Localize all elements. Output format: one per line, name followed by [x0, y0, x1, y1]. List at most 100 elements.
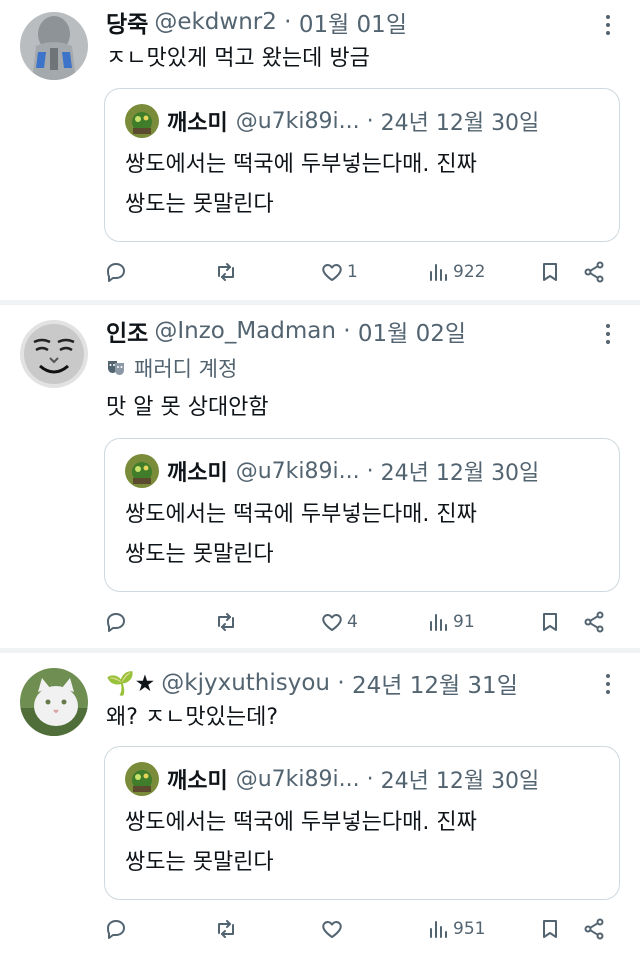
dot-separator: · [276, 9, 299, 35]
quote-date: 24년 12월 30일 [380, 461, 540, 486]
view-count: 951 [453, 919, 486, 939]
quote-display-name: 깨소미 [167, 769, 228, 794]
views-button[interactable]: 91 [426, 604, 475, 640]
quote-display-name: 깨소미 [167, 461, 228, 486]
share-button[interactable] [582, 254, 606, 290]
tweet-text: ㅈㄴ맛있게 먹고 왔는데 방금 [106, 46, 370, 71]
dot-separator: · [335, 318, 358, 344]
views-icon [430, 264, 447, 281]
like-button[interactable]: 1 [320, 254, 358, 290]
avatar[interactable] [20, 668, 88, 736]
quote-date: 24년 12월 30일 [380, 111, 540, 136]
retweet-button[interactable] [214, 604, 238, 640]
like-count: 4 [347, 612, 358, 632]
avatar-image [20, 320, 88, 388]
quote-header: 깨소미 @u7ki89i... · 24년 12월 30일 [125, 103, 539, 139]
tweet-date[interactable]: 24년 12월 31일 [352, 666, 518, 700]
retweet-button[interactable] [214, 254, 238, 290]
reply-button[interactable] [104, 911, 128, 947]
share-button[interactable] [582, 911, 606, 947]
quoted-tweet[interactable]: 깨소미 @u7ki89i... · 24년 12월 30일 쌍도에서는 떡국에 … [104, 438, 620, 592]
dot-separator: · [330, 670, 352, 696]
retweet-icon [218, 263, 234, 281]
action-bar: 4 91 [104, 604, 620, 640]
share-icon [584, 918, 604, 940]
tweet-header: 인조 @Inzo_Madman · 01월 02일 [106, 313, 466, 349]
share-button[interactable] [582, 604, 606, 640]
reply-button[interactable] [104, 254, 128, 290]
retweet-icon [218, 613, 234, 631]
dot-separator: · [359, 458, 381, 484]
tweet-1[interactable]: 당죽 @ekdwnr2 · 01월 01일 ㅈㄴ맛있게 먹고 왔는데 방금 깨소… [0, 0, 640, 300]
tweet-2[interactable]: 인조 @Inzo_Madman · 01월 02일 패러디 계정 맛 알 못 상… [0, 305, 640, 648]
quote-display-name: 깨소미 [167, 111, 228, 136]
bookmark-icon [543, 263, 557, 281]
tweet-text: 왜? ㅈㄴ맛있는데? [106, 705, 279, 730]
display-name[interactable]: 🌱★ [106, 670, 155, 697]
avatar-image [20, 12, 88, 80]
user-handle[interactable]: @Inzo_Madman [154, 318, 336, 344]
bookmark-icon [543, 920, 557, 938]
tweet-3[interactable]: 🌱★ @kjyxuthisyou · 24년 12월 31일 왜? ㅈㄴ맛있는데… [0, 653, 640, 959]
quote-date: 24년 12월 30일 [380, 769, 540, 794]
parody-mask-icon [108, 361, 124, 375]
quote-handle: @u7ki89i... [235, 766, 360, 792]
share-icon [584, 261, 604, 283]
more-icon[interactable] [596, 669, 620, 699]
display-name[interactable]: 인조 [106, 314, 148, 348]
avatar-image [20, 668, 88, 736]
quote-avatar [125, 762, 159, 796]
quote-avatar [125, 104, 159, 138]
avatar[interactable] [20, 320, 88, 388]
parody-label-text: 패러디 계정 [134, 357, 238, 381]
reply-icon [107, 920, 125, 939]
user-handle[interactable]: @ekdwnr2 [154, 9, 277, 35]
like-icon [322, 264, 342, 281]
tweet-text: 맛 알 못 상대안함 [106, 395, 269, 420]
retweet-icon [218, 920, 234, 938]
quote-handle: @u7ki89i... [235, 458, 360, 484]
bookmark-icon [543, 613, 557, 631]
quote-handle: @u7ki89i... [235, 108, 360, 134]
reply-button[interactable] [104, 604, 128, 640]
quote-text-line: 쌍도는 못말린다 [125, 542, 274, 567]
more-icon[interactable] [596, 10, 620, 40]
like-button[interactable]: 4 [320, 604, 358, 640]
quote-text-line: 쌍도는 못말린다 [125, 850, 274, 875]
like-icon [322, 921, 342, 938]
bookmark-button[interactable] [538, 911, 562, 947]
bookmark-button[interactable] [538, 604, 562, 640]
views-button[interactable]: 922 [426, 254, 485, 290]
like-count: 1 [347, 262, 358, 282]
action-bar: 951 [104, 911, 620, 947]
more-icon[interactable] [596, 319, 620, 349]
quote-text: 쌍도에서는 떡국에 두부넣는다매. 진짜 쌍도는 못말린다 [125, 803, 477, 883]
tweet-date[interactable]: 01월 01일 [299, 5, 407, 39]
user-handle[interactable]: @kjyxuthisyou [161, 670, 330, 696]
avatar[interactable] [20, 12, 88, 80]
dot-separator: · [359, 766, 381, 792]
view-count: 91 [453, 612, 475, 632]
quote-avatar [125, 454, 159, 488]
quote-text: 쌍도에서는 떡국에 두부넣는다매. 진짜 쌍도는 못말린다 [125, 495, 477, 575]
display-name[interactable]: 당죽 [106, 5, 148, 39]
like-icon [322, 614, 342, 631]
quote-text-line: 쌍도는 못말린다 [125, 192, 274, 217]
tweet-header: 🌱★ @kjyxuthisyou · 24년 12월 31일 [106, 665, 518, 701]
quoted-tweet[interactable]: 깨소미 @u7ki89i... · 24년 12월 30일 쌍도에서는 떡국에 … [104, 746, 620, 900]
quoted-tweet[interactable]: 깨소미 @u7ki89i... · 24년 12월 30일 쌍도에서는 떡국에 … [104, 88, 620, 242]
quote-text: 쌍도에서는 떡국에 두부넣는다매. 진짜 쌍도는 못말린다 [125, 145, 477, 225]
quote-header: 깨소미 @u7ki89i... · 24년 12월 30일 [125, 453, 539, 489]
bookmark-button[interactable] [538, 254, 562, 290]
parody-label[interactable]: 패러디 계정 [106, 353, 237, 383]
share-icon [584, 611, 604, 633]
retweet-button[interactable] [214, 911, 238, 947]
action-bar: 1 922 [104, 254, 620, 290]
dot-separator: · [359, 108, 381, 134]
quote-text-line: 쌍도에서는 떡국에 두부넣는다매. 진짜 [125, 502, 477, 527]
like-button[interactable] [320, 911, 347, 947]
tweet-date[interactable]: 01월 02일 [358, 314, 466, 348]
views-button[interactable]: 951 [426, 911, 485, 947]
views-icon [430, 921, 447, 938]
views-icon [430, 614, 447, 631]
